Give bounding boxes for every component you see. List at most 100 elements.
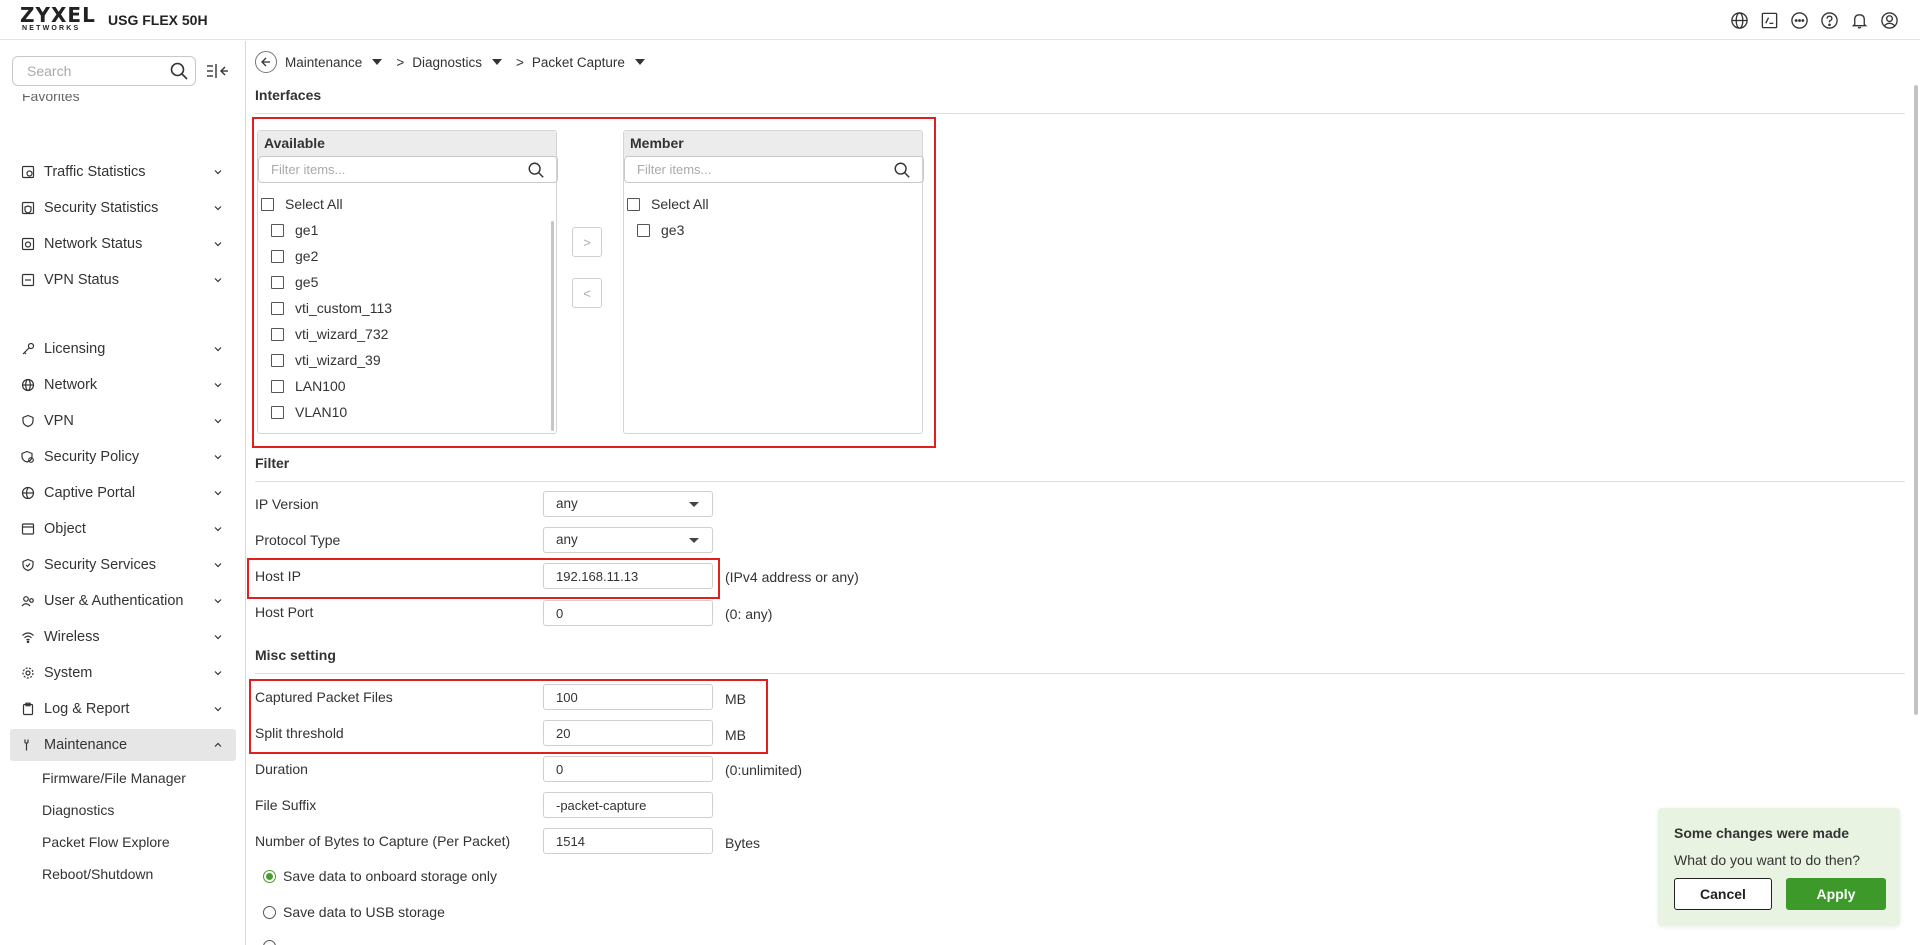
checkbox[interactable] — [271, 327, 284, 341]
radio-button[interactable] — [263, 940, 276, 945]
sidebar-subitem-firmware[interactable]: Firmware/File Manager — [42, 770, 186, 786]
list-item[interactable]: ge3 — [627, 217, 924, 243]
caret-down-icon[interactable] — [634, 59, 645, 65]
host-ip-input[interactable] — [543, 563, 713, 589]
sidebar-item-network[interactable]: Network — [10, 369, 236, 401]
device-model: USG FLEX 50H — [108, 12, 208, 28]
sidebar-item-network-status[interactable]: Network Status — [10, 228, 236, 260]
breadcrumb-maintenance[interactable]: Maintenance — [285, 55, 362, 70]
caret-down-icon[interactable] — [372, 59, 383, 65]
search-input[interactable] — [27, 58, 177, 84]
list-item[interactable]: VLAN10 — [261, 399, 558, 425]
sidebar-item-security-services[interactable]: Security Services — [10, 549, 236, 581]
checkbox[interactable] — [271, 405, 284, 419]
checkbox[interactable] — [271, 379, 284, 393]
caret-down-icon[interactable] — [491, 59, 502, 65]
list-item[interactable]: vti_custom_113 — [261, 295, 558, 321]
page-scrollbar[interactable] — [1914, 85, 1918, 715]
duration-input[interactable] — [543, 756, 713, 782]
checkbox[interactable] — [271, 275, 284, 289]
radio-button[interactable] — [263, 905, 276, 919]
radio-onboard-storage[interactable]: Save data to onboard storage only — [263, 868, 497, 884]
sidebar-item-label: System — [44, 665, 93, 681]
item-label: VLAN10 — [295, 404, 348, 420]
bell-icon[interactable] — [1848, 9, 1870, 31]
member-filter-input[interactable] — [637, 157, 887, 181]
member-select-all[interactable]: Select All — [627, 191, 924, 217]
search-icon[interactable] — [527, 161, 545, 179]
sidebar-item-wireless[interactable]: Wireless — [10, 621, 236, 653]
sidebar-item-security-policy[interactable]: Security Policy — [10, 441, 236, 473]
checkbox[interactable] — [271, 301, 284, 315]
sidebar-item-label: Traffic Statistics — [44, 164, 146, 180]
sidebar-item-traffic-statistics[interactable]: Traffic Statistics — [10, 156, 236, 188]
move-left-button[interactable]: < — [572, 278, 602, 308]
checkbox[interactable] — [271, 353, 284, 367]
available-select-all[interactable]: Select All — [261, 191, 558, 217]
object-icon — [21, 522, 35, 536]
checkbox[interactable] — [637, 223, 650, 237]
search-icon[interactable] — [169, 61, 189, 81]
checkbox[interactable] — [271, 223, 284, 237]
sidebar-subitem-diagnostics[interactable]: Diagnostics — [42, 802, 114, 818]
ip-version-select[interactable]: any — [543, 491, 713, 517]
cancel-button[interactable]: Cancel — [1674, 878, 1772, 910]
list-item[interactable]: ge1 — [261, 217, 558, 243]
sidebar-subitem-reboot-shutdown[interactable]: Reboot/Shutdown — [42, 866, 153, 882]
host-ip-label: Host IP — [255, 568, 301, 584]
checkbox[interactable] — [271, 249, 284, 263]
host-ip-hint: (IPv4 address or any) — [725, 569, 859, 585]
zyxel-logo[interactable]: ZYXEL NETWORKS — [20, 5, 95, 35]
sidebar-subitem-packet-flow-explore[interactable]: Packet Flow Explore — [42, 834, 170, 850]
list-item[interactable]: LAN100 — [261, 373, 558, 399]
sidebar-item-maintenance[interactable]: Maintenance — [10, 729, 236, 761]
member-filter — [624, 156, 924, 183]
sidebar-item-captive-portal[interactable]: Captive Portal — [10, 477, 236, 509]
radio-button-selected[interactable] — [263, 869, 276, 883]
available-filter-input[interactable] — [271, 157, 521, 181]
apply-button[interactable]: Apply — [1786, 878, 1886, 910]
user-icon[interactable] — [1878, 9, 1900, 31]
search-icon[interactable] — [893, 161, 911, 179]
list-item[interactable]: vti_wizard_39 — [261, 347, 558, 373]
sidebar-item-vpn[interactable]: VPN — [10, 405, 236, 437]
cli-icon[interactable] — [1758, 9, 1780, 31]
sidebar-item-security-statistics[interactable]: Security Statistics — [10, 192, 236, 224]
sidebar-item-vpn-status[interactable]: VPN Status — [10, 264, 236, 296]
breadcrumb-packet-capture[interactable]: Packet Capture — [532, 55, 625, 70]
available-list-scrollbar[interactable] — [551, 221, 554, 431]
host-port-hint: (0: any) — [725, 606, 773, 622]
move-right-button[interactable]: > — [572, 227, 602, 257]
checkbox[interactable] — [261, 197, 274, 211]
sidebar-item-system[interactable]: System — [10, 657, 236, 689]
list-item[interactable]: ge2 — [261, 243, 558, 269]
host-port-input[interactable] — [543, 600, 713, 626]
radio-usb-storage[interactable]: Save data to USB storage — [263, 904, 445, 920]
chevron-down-icon — [214, 707, 222, 712]
bytes-capture-input[interactable] — [543, 828, 713, 854]
list-item[interactable]: vti_wizard_732 — [261, 321, 558, 347]
sidebar-item-label: VPN — [44, 413, 74, 429]
split-threshold-input[interactable] — [543, 720, 713, 746]
more-icon[interactable] — [1788, 9, 1810, 31]
sidebar-item-user-authentication[interactable]: User & Authentication — [10, 585, 236, 617]
sidebar-item-label: Security Statistics — [44, 200, 159, 216]
globe-icon — [21, 378, 35, 392]
sidebar-item-licensing[interactable]: Licensing — [10, 333, 236, 365]
member-title: Member — [624, 131, 922, 157]
back-button[interactable] — [255, 51, 277, 73]
sidebar-item-object[interactable]: Object — [10, 513, 236, 545]
checkbox[interactable] — [627, 197, 640, 211]
file-suffix-input[interactable] — [543, 792, 713, 818]
collapse-sidebar-icon[interactable] — [205, 61, 229, 81]
breadcrumb-diagnostics[interactable]: Diagnostics — [412, 55, 482, 70]
favorites-label[interactable]: Favorites — [22, 94, 222, 106]
list-item[interactable]: ge5 — [261, 269, 558, 295]
sidebar-item-log-report[interactable]: Log & Report — [10, 693, 236, 725]
help-icon[interactable] — [1818, 9, 1840, 31]
radio-third-option-cut[interactable] — [263, 940, 283, 945]
globe-icon[interactable] — [1728, 9, 1750, 31]
radio-onboard-label: Save data to onboard storage only — [283, 868, 498, 884]
captured-files-input[interactable] — [543, 684, 713, 710]
protocol-type-select[interactable]: any — [543, 527, 713, 553]
